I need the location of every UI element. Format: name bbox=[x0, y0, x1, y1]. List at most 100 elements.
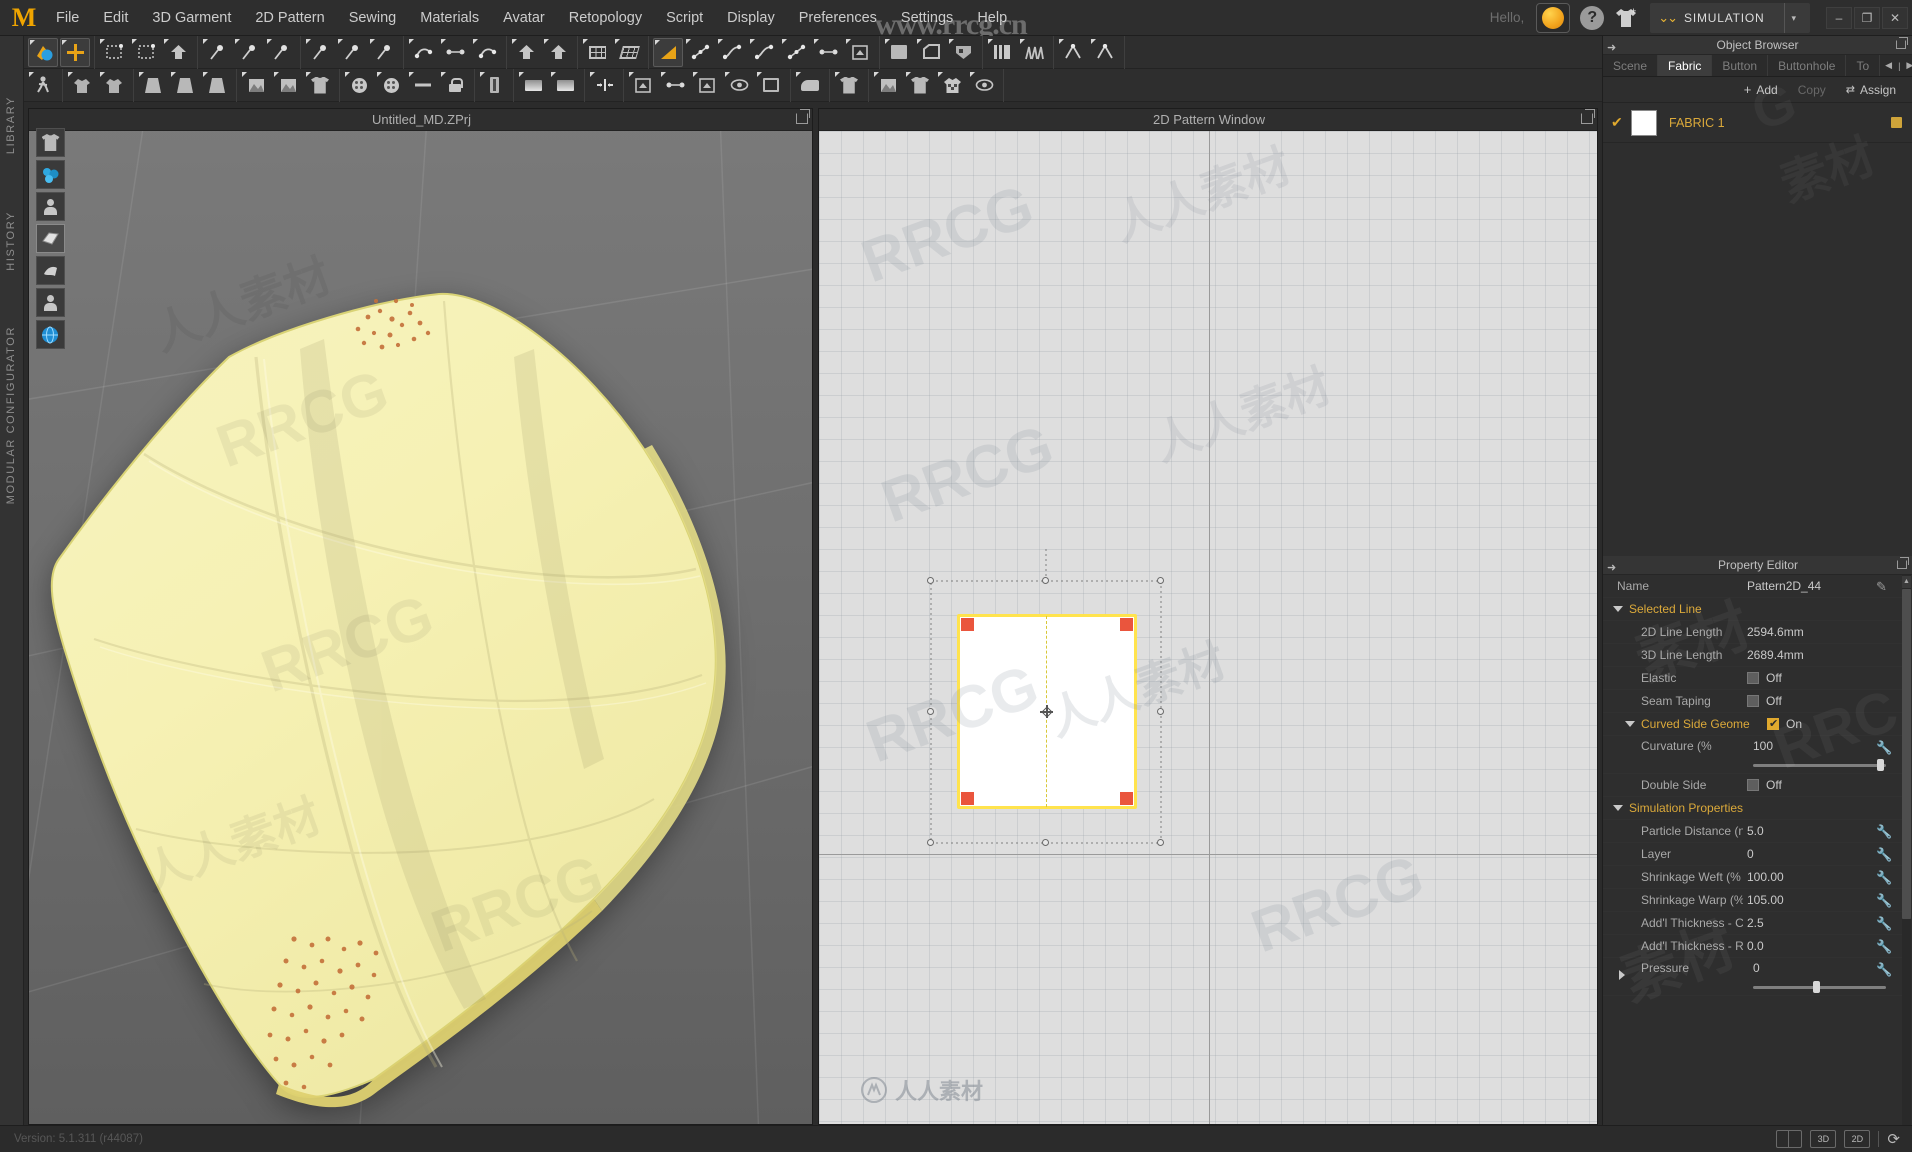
viewport-3d[interactable]: Untitled_MD.ZPrj RRCG 人人素材 RRCG 人人素材 RRC… bbox=[28, 108, 813, 1125]
bbox-handle-tr[interactable] bbox=[1157, 577, 1164, 584]
polygon-tool[interactable] bbox=[653, 37, 683, 67]
menu-item-avatar[interactable]: Avatar bbox=[491, 0, 557, 36]
scroll-up-arrow[interactable]: ▲ bbox=[1902, 576, 1911, 588]
fabric-color-swatch[interactable] bbox=[1631, 109, 1657, 136]
buttonhole-tool[interactable] bbox=[376, 71, 406, 100]
property-checkbox[interactable] bbox=[1747, 672, 1759, 684]
property-group-selected-line[interactable]: Selected Line bbox=[1603, 598, 1902, 621]
eye-pattern-tool[interactable] bbox=[724, 71, 754, 100]
tab-buttonhole[interactable]: Buttonhole bbox=[1768, 55, 1847, 76]
garment-icon[interactable] bbox=[36, 128, 65, 157]
pattern-pin-tl[interactable] bbox=[961, 618, 974, 631]
avatar-pose-tool[interactable] bbox=[67, 71, 97, 100]
cloth-mesh-3d[interactable] bbox=[28, 239, 813, 1119]
wrench-icon[interactable]: 🔧 bbox=[1876, 870, 1892, 885]
sew-free-tool[interactable] bbox=[408, 38, 438, 67]
tab-fabric[interactable]: Fabric bbox=[1658, 55, 1713, 76]
slider-knob[interactable] bbox=[1876, 759, 1884, 771]
pleat-fold-tool[interactable] bbox=[1019, 38, 1049, 67]
pattern-pin-br[interactable] bbox=[1120, 792, 1133, 805]
garment-texture-tool[interactable] bbox=[305, 71, 335, 100]
popout-icon[interactable] bbox=[796, 109, 810, 124]
box-select-tool[interactable] bbox=[131, 38, 161, 67]
property-slider[interactable] bbox=[1753, 759, 1886, 771]
menu-item-script[interactable]: Script bbox=[654, 0, 715, 36]
simulate-tool[interactable] bbox=[28, 37, 58, 67]
add-point-tool[interactable] bbox=[781, 38, 811, 67]
popout-icon[interactable] bbox=[1896, 37, 1908, 49]
help-icon[interactable]: ? bbox=[1580, 5, 1605, 30]
seam-pin-tool[interactable] bbox=[234, 38, 264, 67]
new-garment-icon[interactable]: + bbox=[1614, 6, 1638, 29]
checker-shirt-tool[interactable] bbox=[937, 71, 967, 100]
property-scroll-thumb[interactable] bbox=[1902, 589, 1911, 919]
texture-shirt-tool[interactable] bbox=[905, 71, 935, 100]
curve-pin-tool[interactable] bbox=[266, 38, 296, 67]
property-group-checkbox[interactable] bbox=[1766, 717, 1779, 730]
garment-fold-tool[interactable] bbox=[202, 71, 232, 100]
bbox-handle-bc[interactable] bbox=[1042, 839, 1049, 846]
pleat-tool[interactable] bbox=[987, 38, 1017, 67]
gradient-flat-tool[interactable] bbox=[550, 71, 580, 100]
wrench-icon[interactable]: 🔧 bbox=[1876, 962, 1892, 977]
viewport-2d[interactable]: 2D Pattern Window RRCG 人人素材 RRCG 人人素材 RR… bbox=[818, 108, 1598, 1125]
menu-item-sewing[interactable]: Sewing bbox=[337, 0, 409, 36]
wrench-icon[interactable]: 🔧 bbox=[1876, 893, 1892, 908]
tab-scene[interactable]: Scene bbox=[1603, 55, 1659, 76]
pencil-icon[interactable]: ✎ bbox=[1876, 579, 1890, 594]
pattern-texture-tool[interactable] bbox=[273, 71, 303, 100]
seam-line-tool[interactable] bbox=[660, 71, 690, 100]
property-slider[interactable] bbox=[1753, 981, 1886, 993]
mode-selector[interactable]: ⌄⌄ SIMULATION ▾ bbox=[1650, 2, 1810, 33]
chevron-down-icon[interactable] bbox=[1613, 606, 1623, 612]
close-button[interactable]: ✕ bbox=[1882, 6, 1908, 29]
collapse-arrow-icon[interactable]: ➜ bbox=[1607, 561, 1616, 574]
chevron-right-icon[interactable] bbox=[1619, 970, 1625, 980]
skirt-tool[interactable] bbox=[138, 71, 168, 100]
iron-tool[interactable] bbox=[795, 71, 825, 100]
segment-tool[interactable] bbox=[813, 38, 843, 67]
fabric-fold-icon[interactable] bbox=[36, 224, 65, 253]
tack-garment-tool[interactable] bbox=[369, 38, 399, 67]
sidebar-item-library[interactable]: LIBRARY bbox=[5, 96, 17, 154]
symmetry-tool[interactable] bbox=[589, 71, 619, 100]
bbox-handle-tc[interactable] bbox=[1042, 577, 1049, 584]
menu-item-materials[interactable]: Materials bbox=[408, 0, 491, 36]
fabric-checkbox[interactable]: ✔ bbox=[1611, 114, 1631, 131]
garment-preview-tool[interactable] bbox=[834, 71, 864, 100]
save-icon[interactable] bbox=[1891, 117, 1902, 128]
sidebar-item-history[interactable]: HISTORY bbox=[5, 211, 17, 271]
skirt-flare-tool[interactable] bbox=[170, 71, 200, 100]
reset-icon[interactable]: ⟳ bbox=[1887, 1130, 1900, 1148]
avatar-gizmo-tool[interactable] bbox=[99, 71, 129, 100]
chevron-down-icon[interactable]: ▾ bbox=[1784, 2, 1802, 33]
maximize-button[interactable]: ❐ bbox=[1854, 6, 1880, 29]
pin-tool[interactable] bbox=[202, 38, 232, 67]
rectangle-tool[interactable] bbox=[884, 38, 914, 67]
tack-pattern-tool[interactable] bbox=[337, 38, 367, 67]
sew-segment-tool[interactable] bbox=[440, 38, 470, 67]
chevron-down-icon[interactable] bbox=[1625, 721, 1635, 727]
sidebar-item-modular-configurator[interactable]: MODULAR CONFIGURATOR bbox=[5, 326, 17, 504]
texture-map-tool[interactable] bbox=[873, 71, 903, 100]
fold-arrange-tool[interactable] bbox=[163, 38, 193, 67]
avatar-head-icon[interactable] bbox=[36, 288, 65, 317]
view-3d-button[interactable]: 3D bbox=[1810, 1130, 1837, 1148]
transform-tool[interactable] bbox=[60, 37, 90, 67]
popout-icon[interactable] bbox=[1897, 557, 1909, 569]
wrench-icon[interactable]: 🔧 bbox=[1876, 916, 1892, 931]
texture-tool[interactable] bbox=[241, 71, 271, 100]
menu-item-file[interactable]: File bbox=[44, 0, 91, 36]
bbox-handle-ml[interactable] bbox=[927, 708, 934, 715]
turn-tool[interactable] bbox=[692, 71, 722, 100]
zoom-pattern-tool[interactable] bbox=[756, 71, 786, 100]
edit-point-tool[interactable] bbox=[685, 38, 715, 67]
trace-tool[interactable] bbox=[1058, 38, 1088, 67]
bbox-handle-mr[interactable] bbox=[1157, 708, 1164, 715]
avatar-icon[interactable] bbox=[36, 192, 65, 221]
tab-next-arrow[interactable]: ▶ bbox=[1903, 60, 1912, 71]
add-button[interactable]: + Add bbox=[1734, 80, 1788, 100]
minimize-button[interactable]: – bbox=[1826, 6, 1852, 29]
split-view-icon[interactable] bbox=[1776, 1130, 1803, 1148]
fabric-list-item[interactable]: ✔ FABRIC 1 bbox=[1603, 103, 1912, 143]
